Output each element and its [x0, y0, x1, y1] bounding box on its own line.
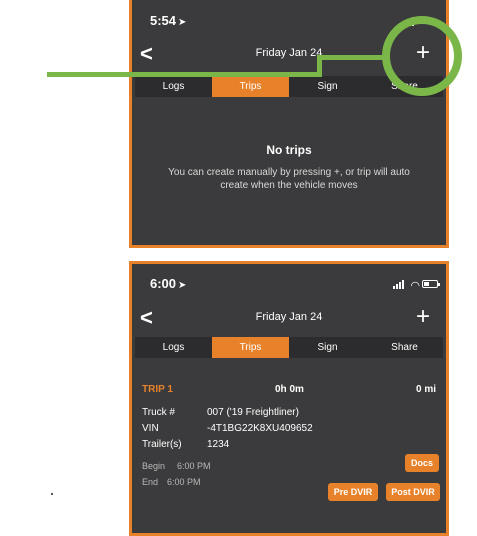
trips-detail-screen: 6:00 ➤ ◠ < Friday Jan 24 + Logs Trips Sig…: [129, 261, 449, 536]
status-time: 5:54 ➤: [150, 13, 187, 28]
callout-circle: [382, 16, 462, 96]
truck-value: 007 ('19 Freightliner): [207, 407, 299, 418]
trip-name: TRIP 1: [142, 384, 173, 395]
trip-duration: 0h 0m: [275, 384, 304, 395]
docs-button[interactable]: Docs: [405, 454, 439, 472]
status-bar: 6:00 ➤ ◠: [132, 276, 446, 296]
trailer-label: Trailer(s): [142, 439, 182, 450]
tab-logs[interactable]: Logs: [135, 76, 212, 97]
empty-state-message: You can create manually by pressing +, o…: [168, 167, 410, 191]
callout-line: [47, 72, 321, 77]
end-value: 6:00 PM: [167, 477, 201, 487]
begin-value: 6:00 PM: [177, 461, 211, 471]
trip-header[interactable]: TRIP 1 0h 0m 0 mi: [142, 384, 436, 398]
page-title: Friday Jan 24: [255, 311, 323, 323]
location-arrow-icon: ➤: [178, 17, 187, 28]
end-row: End 6:00 PM: [142, 477, 201, 487]
vin-value: -4T1BG22K8XU409652: [207, 423, 313, 434]
callout-line: [317, 55, 385, 60]
truck-row: Truck # 007 ('19 Freightliner): [142, 407, 299, 418]
begin-row: Begin 6:00 PM: [142, 461, 211, 471]
nav-bar: < Friday Jan 24 +: [132, 304, 446, 334]
post-dvir-button[interactable]: Post DVIR: [386, 483, 440, 501]
trailer-row: Trailer(s) 1234: [142, 439, 229, 450]
location-arrow-icon: ➤: [178, 280, 187, 291]
battery-icon: [422, 280, 440, 288]
tab-trips[interactable]: Trips: [212, 337, 289, 358]
tab-share[interactable]: Share: [366, 337, 443, 358]
empty-state-title: No trips: [266, 143, 312, 157]
tab-logs[interactable]: Logs: [135, 337, 212, 358]
truck-label: Truck #: [142, 407, 175, 418]
vin-row: VIN -4T1BG22K8XU409652: [142, 423, 313, 434]
pre-dvir-button[interactable]: Pre DVIR: [328, 483, 378, 501]
tab-sign[interactable]: Sign: [289, 337, 366, 358]
begin-label: Begin: [142, 461, 166, 471]
stray-mark: [51, 493, 53, 495]
end-label: End: [142, 477, 159, 487]
add-trip-button[interactable]: +: [416, 304, 430, 330]
signal-icon: [393, 280, 404, 289]
trip-distance: 0 mi: [415, 384, 436, 395]
wifi-icon: ◠: [410, 280, 420, 292]
tab-trips[interactable]: Trips: [212, 76, 289, 97]
tab-bar: Logs Trips Sign Share: [135, 337, 443, 358]
tab-sign[interactable]: Sign: [289, 76, 366, 97]
status-time: 6:00 ➤: [150, 276, 187, 291]
trailer-value: 1234: [207, 439, 230, 450]
vin-label: VIN: [142, 423, 159, 434]
